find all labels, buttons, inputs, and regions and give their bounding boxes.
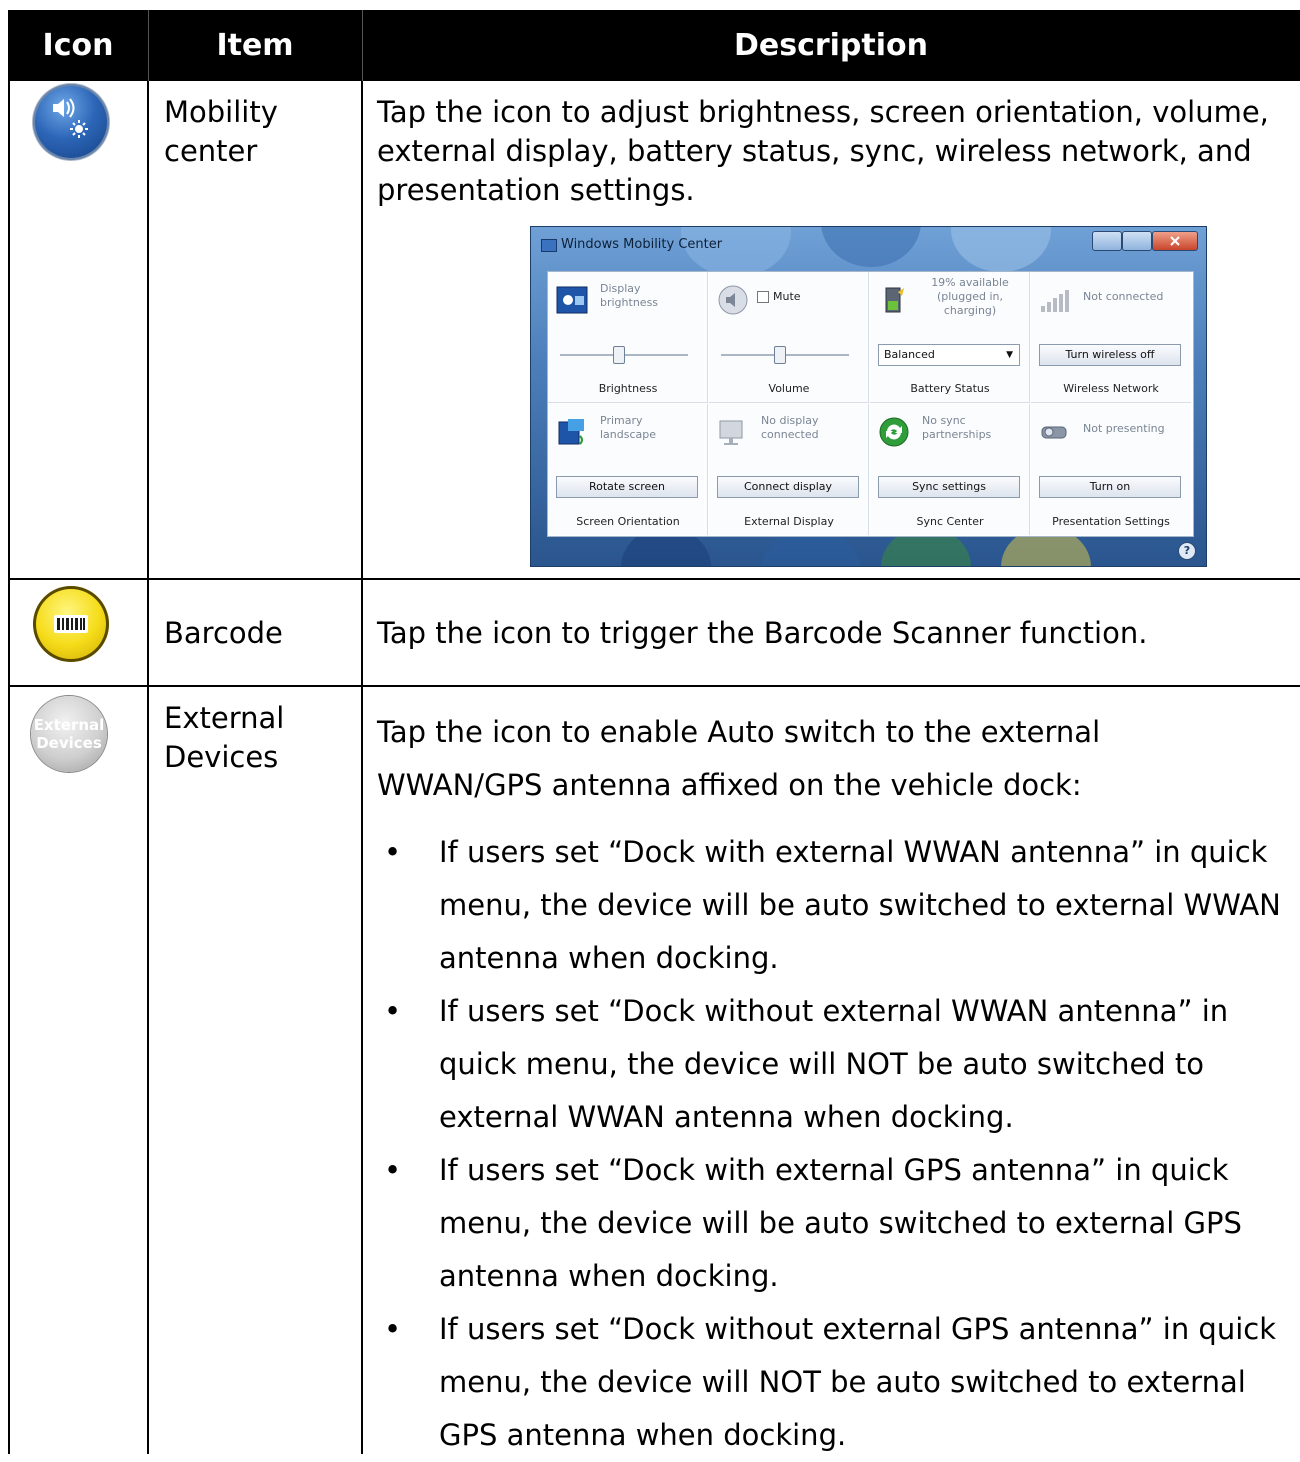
mobility-tiles-grid: Display brightness Brightness Mute Volum… <box>547 271 1194 537</box>
mute-label: Mute <box>773 290 801 303</box>
tile-brightness: Display brightness Brightness <box>548 272 708 403</box>
bullet-icon: • <box>384 1153 402 1187</box>
bullet-icon: • <box>384 994 402 1028</box>
window-controls <box>1092 231 1198 251</box>
rotate-screen-button[interactable]: Rotate screen <box>556 476 698 498</box>
bullet-text: If users set “Dock with external GPS ant… <box>439 1153 1242 1293</box>
display-brightness-icon <box>556 284 588 316</box>
tile-label: Brightness <box>598 382 658 395</box>
list-item: • If users set “Dock with external GPS an… <box>370 1144 1295 1303</box>
help-icon[interactable]: ? <box>1178 542 1196 560</box>
sync-icon <box>878 416 910 448</box>
minimize-button[interactable] <box>1092 231 1122 251</box>
maximize-button[interactable] <box>1122 231 1152 251</box>
turn-on-presentation-button[interactable]: Turn on <box>1039 476 1181 498</box>
tile-status: Not presenting <box>1083 422 1165 435</box>
tile-sync-center: No sync partnerships Sync settings Sync … <box>870 404 1030 535</box>
brightness-slider[interactable] <box>560 346 688 364</box>
list-item: • If users set “Dock without external GPS… <box>370 1303 1295 1462</box>
sync-settings-button[interactable]: Sync settings <box>878 476 1020 498</box>
icon-text-line-1: External <box>33 716 105 734</box>
bullet-text: If users set “Dock without external GPS … <box>439 1312 1277 1452</box>
tile-label: Battery Status <box>910 382 990 395</box>
tile-label: Wireless Network <box>1063 382 1159 395</box>
volume-knob[interactable] <box>774 346 786 364</box>
connect-display-button[interactable]: Connect display <box>717 476 859 498</box>
monitor-icon <box>717 416 749 448</box>
external-devices-icon[interactable]: External Devices <box>31 696 107 772</box>
description-external-devices: Tap the icon to enable Auto switch to th… <box>377 715 1101 802</box>
window-title: Windows Mobility Center <box>561 237 723 252</box>
bullet-text: If users set “Dock with external WWAN an… <box>439 835 1281 975</box>
mobility-center-window: Windows Mobility Center Display brightne… <box>530 226 1207 567</box>
description-mobility-center: Tap the icon to adjust brightness, scree… <box>377 95 1269 207</box>
brightness-knob[interactable] <box>613 346 625 364</box>
tile-status: 19% available (plugged in, charging) <box>931 276 1009 317</box>
window-app-icon <box>541 239 557 252</box>
tile-label: Screen Orientation <box>576 515 680 528</box>
tile-status: Primary landscape <box>600 414 657 441</box>
tile-presentation: Not presenting Turn on Presentation Sett… <box>1031 404 1191 535</box>
icon-text-line-2: Devices <box>36 734 102 752</box>
bullet-icon: • <box>384 835 402 869</box>
bullet-text: If users set “Dock without external WWAN… <box>439 994 1229 1134</box>
battery-icon <box>878 284 910 316</box>
header-item: Item <box>216 28 294 63</box>
item-barcode: Barcode <box>164 616 283 650</box>
tile-status: Not connected <box>1083 290 1164 303</box>
tile-label: External Display <box>744 515 834 528</box>
item-external-devices: External Devices <box>164 701 285 774</box>
description-barcode: Tap the icon to trigger the Barcode Scan… <box>377 616 1148 650</box>
speaker-icon <box>717 284 749 316</box>
table-header: Icon Item Description <box>8 10 1300 81</box>
list-item: • If users set “Dock with external WWAN a… <box>370 826 1295 985</box>
mobility-center-icon[interactable] <box>33 84 109 160</box>
barcode-icon[interactable] <box>33 586 109 662</box>
tile-wireless: Not connected Turn wireless off Wireless… <box>1031 272 1191 403</box>
tile-status: No sync partnerships <box>922 414 992 441</box>
tile-label: Volume <box>768 382 810 395</box>
tile-screen-orientation: Primary landscape Rotate screen Screen O… <box>548 404 708 535</box>
item-mobility-center: Mobility center <box>164 95 278 168</box>
tile-status: No display connected <box>761 414 819 441</box>
list-item: • If users set “Dock without external WWA… <box>370 985 1295 1144</box>
bullet-icon: • <box>384 1312 402 1346</box>
dropdown-arrow-icon: ▼ <box>1006 350 1013 360</box>
power-plan-value: Balanced <box>884 348 935 361</box>
turn-wireless-off-button[interactable]: Turn wireless off <box>1039 344 1181 366</box>
rotate-screen-icon <box>556 416 588 448</box>
tile-battery: 19% available (plugged in, charging) Bal… <box>870 272 1030 403</box>
signal-bars-icon <box>1039 284 1071 316</box>
tile-volume: Mute Volume <box>709 272 869 403</box>
power-plan-select[interactable]: Balanced ▼ <box>878 344 1020 366</box>
volume-slider[interactable] <box>721 346 849 364</box>
header-icon: Icon <box>42 28 114 63</box>
tile-status: Display brightness <box>600 282 659 309</box>
mute-checkbox[interactable]: Mute <box>757 290 857 304</box>
tile-label: Presentation Settings <box>1052 515 1170 528</box>
close-button[interactable] <box>1152 231 1198 251</box>
tile-external-display: No display connected Connect display Ext… <box>709 404 869 535</box>
projector-icon <box>1039 416 1071 448</box>
external-devices-bullets: • If users set “Dock with external WWAN a… <box>370 826 1295 1462</box>
tile-label: Sync Center <box>916 515 984 528</box>
header-description: Description <box>733 28 929 63</box>
